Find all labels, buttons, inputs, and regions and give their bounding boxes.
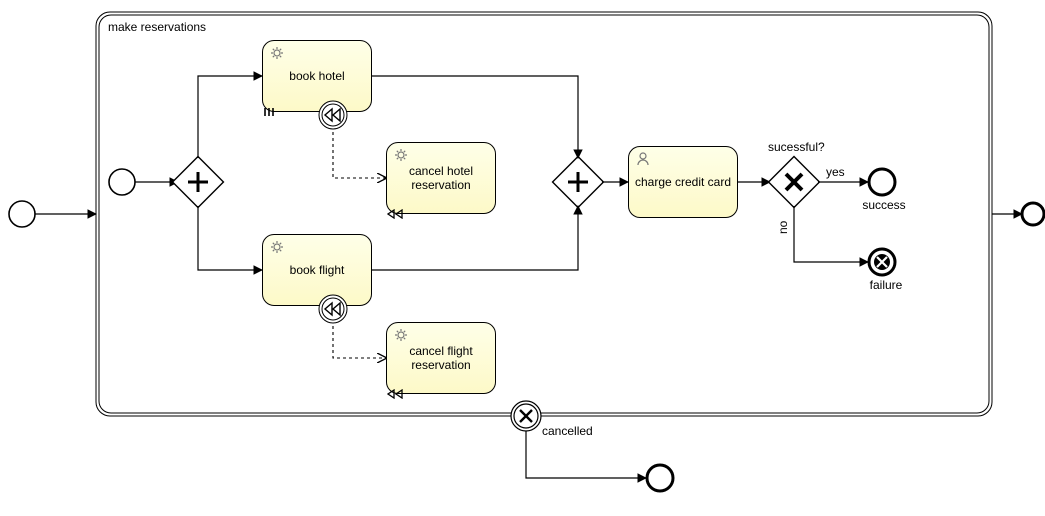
boundary-compensation-hotel[interactable] bbox=[318, 100, 348, 130]
bpmn-canvas: { "process": { "subprocess_title": "make… bbox=[0, 0, 1045, 516]
task-label: cancel flight reservation bbox=[391, 344, 491, 373]
gateway-label: sucessful? bbox=[768, 140, 825, 154]
start-event-inner bbox=[109, 169, 135, 195]
task-cancel-hotel[interactable]: cancel hotel reservation bbox=[386, 142, 496, 214]
task-label: book flight bbox=[290, 263, 345, 277]
task-label: charge credit card bbox=[635, 175, 731, 189]
end-label-failure: failure bbox=[866, 278, 906, 292]
connector-layer bbox=[0, 0, 1045, 516]
end-label-success: success bbox=[862, 198, 906, 212]
task-cancel-flight[interactable]: cancel flight reservation bbox=[386, 322, 496, 394]
task-label: cancel hotel reservation bbox=[391, 164, 491, 193]
subprocess-title: make reservations bbox=[108, 20, 206, 34]
task-label: book hotel bbox=[289, 69, 344, 83]
edge-label-yes: yes bbox=[826, 165, 845, 179]
task-charge-credit-card[interactable]: charge credit card bbox=[628, 146, 738, 218]
start-event-outer bbox=[9, 201, 35, 227]
end-event-failure bbox=[869, 249, 895, 275]
gateway-parallel-split bbox=[173, 157, 224, 208]
end-event-success bbox=[869, 169, 895, 195]
boundary-label-cancelled: cancelled bbox=[542, 424, 593, 438]
gateway-exclusive bbox=[769, 157, 820, 208]
boundary-compensation-flight[interactable] bbox=[318, 294, 348, 324]
edge-label-no: no bbox=[776, 221, 790, 234]
task-book-hotel[interactable]: book hotel bbox=[262, 40, 372, 112]
task-book-flight[interactable]: book flight bbox=[262, 234, 372, 306]
gateway-parallel-join bbox=[553, 157, 604, 208]
